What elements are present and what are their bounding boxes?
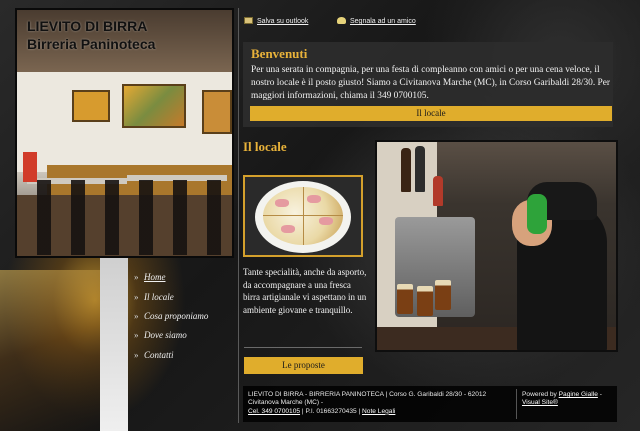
locale-section-title: Il locale — [243, 139, 287, 154]
pagine-gialle-link[interactable]: Pagine Gialle — [559, 391, 598, 398]
background-highlight — [100, 255, 128, 431]
footer-address: LIEVITO DI BIRRA - BIRRERIA PANINOTECA |… — [248, 391, 487, 407]
nav-item-il-locale[interactable]: » Il locale — [134, 292, 174, 302]
outlook-icon — [244, 17, 253, 24]
footer-vat: | P.I. 01663270435 | — [300, 407, 363, 415]
welcome-text: Per una serata in compagnia, per una fes… — [251, 65, 611, 101]
il-locale-button[interactable]: Il locale — [250, 106, 612, 121]
le-proposte-button[interactable]: Le proposte — [244, 357, 363, 374]
save-outlook-link[interactable]: Salva su outlook — [244, 17, 308, 25]
footer-credits: Powered by Pagine Gialle - Visual Site® — [522, 391, 602, 407]
hero-photo-pub-interior: LIEVITO DI BIRRA Birreria Paninoteca — [15, 8, 234, 258]
friend-icon — [337, 17, 346, 24]
background-beer-glass — [0, 270, 110, 431]
nav-item-dove-siamo[interactable]: » Dove siamo — [134, 330, 187, 340]
nav-bullet-icon: » — [134, 272, 139, 282]
brand-tagline: Birreria Paninoteca — [27, 36, 156, 52]
nav-item-contatti[interactable]: » Contatti — [134, 350, 174, 360]
nav-item-cosa-proponiamo[interactable]: » Cosa proponiamo — [134, 311, 208, 321]
vertical-divider — [238, 8, 239, 423]
nav-bullet-icon: » — [134, 292, 139, 302]
section-divider — [244, 347, 362, 348]
footer-phone-link[interactable]: Cel. 349 0700105 — [248, 408, 300, 415]
nav-bullet-icon: » — [134, 350, 139, 360]
site-logo: LIEVITO DI BIRRA Birreria Paninoteca — [27, 18, 227, 52]
bartender-photo — [375, 140, 618, 352]
site-footer: LIEVITO DI BIRRA - BIRRERIA PANINOTECA |… — [243, 386, 617, 422]
footer-divider — [516, 389, 517, 419]
legal-notes-link[interactable]: Note Legali — [362, 408, 395, 415]
locale-description: Tante specialità, anche da asporto, da a… — [243, 267, 367, 316]
nav-bullet-icon: » — [134, 311, 139, 321]
footer-contact-info: LIEVITO DI BIRRA - BIRRERIA PANINOTECA |… — [248, 391, 516, 416]
pizza-photo — [243, 175, 363, 257]
brand-name: LIEVITO DI BIRRA — [27, 18, 148, 34]
visual-site-link[interactable]: Visual Site® — [522, 399, 558, 406]
nav-item-home[interactable]: » Home — [134, 272, 166, 282]
nav-bullet-icon: » — [134, 330, 139, 340]
welcome-title: Benvenuti — [251, 46, 308, 61]
tell-friend-link[interactable]: Segnala ad un amico — [337, 17, 416, 25]
